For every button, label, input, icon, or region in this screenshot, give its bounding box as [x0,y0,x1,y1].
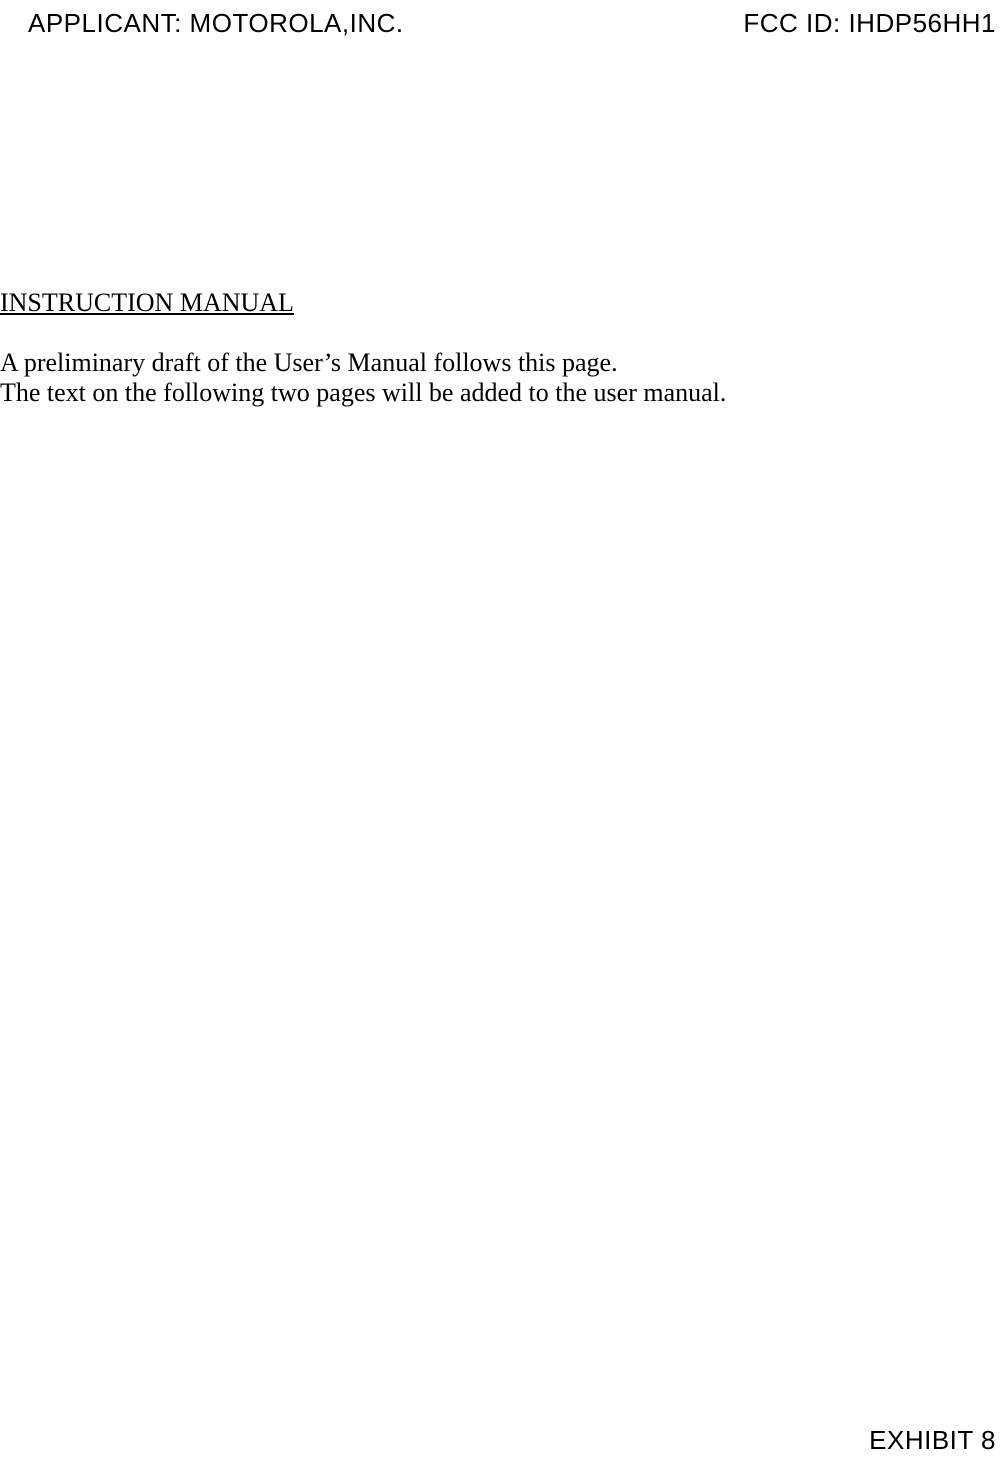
document-page: APPLICANT: MOTOROLA,INC. FCC ID: IHDP56H… [0,0,1006,1484]
page-content: INSTRUCTION MANUAL A preliminary draft o… [0,288,1006,408]
page-header: APPLICANT: MOTOROLA,INC. FCC ID: IHDP56H… [0,8,1006,39]
applicant-label: APPLICANT: MOTOROLA,INC. [28,8,404,39]
paragraph-line-1: A preliminary draft of the User’s Manual… [0,348,996,378]
section-title: INSTRUCTION MANUAL [0,288,996,318]
page-footer: EXHIBIT 8 [869,1425,996,1456]
fcc-id-label: FCC ID: IHDP56HH1 [743,8,996,39]
paragraph-line-2: The text on the following two pages will… [0,378,996,408]
exhibit-label: EXHIBIT 8 [869,1425,996,1455]
